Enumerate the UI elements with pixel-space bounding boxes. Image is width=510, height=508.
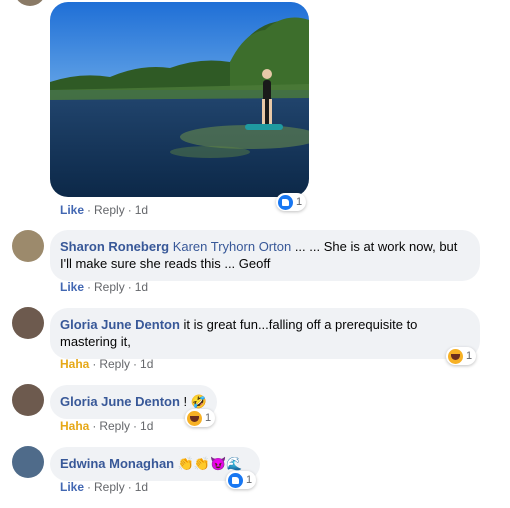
timestamp[interactable]: 1d bbox=[135, 480, 148, 494]
like-link[interactable]: Like bbox=[60, 480, 84, 494]
avatar[interactable] bbox=[12, 230, 44, 262]
avatar[interactable] bbox=[12, 384, 44, 416]
timestamp[interactable]: 1d bbox=[140, 419, 153, 433]
comment-text: 👏👏😈🌊 bbox=[174, 456, 243, 471]
comment-actions: Haha · Reply · 1d bbox=[60, 419, 154, 433]
thumbs-up-icon bbox=[278, 194, 293, 210]
comment-bubble: Gloria June Denton it is great fun...fal… bbox=[50, 308, 480, 359]
reaction-count-badge[interactable]: 1 bbox=[446, 347, 477, 365]
comment-author[interactable]: Sharon Roneberg bbox=[60, 239, 169, 254]
comment-actions: Haha · Reply · 1d bbox=[60, 357, 154, 371]
avatar[interactable] bbox=[12, 446, 44, 478]
reply-link[interactable]: Reply bbox=[94, 280, 125, 294]
haha-emoji-icon bbox=[187, 410, 202, 426]
comment-bubble: Sharon Roneberg Karen Tryhorn Orton ... … bbox=[50, 230, 480, 281]
haha-emoji-icon bbox=[448, 348, 463, 364]
reply-link[interactable]: Reply bbox=[99, 419, 130, 433]
reply-link[interactable]: Reply bbox=[99, 357, 130, 371]
reaction-count-badge[interactable]: 1 bbox=[276, 193, 307, 211]
reply-link[interactable]: Reply bbox=[94, 480, 125, 494]
reaction-count-badge[interactable]: 1 bbox=[226, 471, 257, 489]
timestamp[interactable]: 1d bbox=[135, 280, 148, 294]
haha-link[interactable]: Haha bbox=[60, 419, 89, 433]
haha-link[interactable]: Haha bbox=[60, 357, 89, 371]
comment-actions: Like · Reply · 1d bbox=[60, 480, 149, 494]
paddleboard-photo bbox=[50, 2, 309, 197]
avatar-partial[interactable] bbox=[14, 0, 46, 6]
photo-actions: Like · Reply · 1d bbox=[60, 203, 149, 217]
thumbs-up-icon bbox=[228, 472, 243, 488]
tagged-user[interactable]: Karen Tryhorn Orton bbox=[173, 239, 292, 254]
comment-text: ! 🤣 bbox=[179, 394, 207, 409]
reaction-count-badge[interactable]: 1 bbox=[185, 409, 216, 427]
timestamp[interactable]: 1d bbox=[135, 203, 148, 217]
comment-actions: Like · Reply · 1d bbox=[60, 280, 149, 294]
comment-author[interactable]: Gloria June Denton bbox=[60, 317, 180, 332]
like-link[interactable]: Like bbox=[60, 203, 84, 217]
photo-attachment[interactable] bbox=[50, 2, 309, 197]
reply-link[interactable]: Reply bbox=[94, 203, 125, 217]
comment-author[interactable]: Gloria June Denton bbox=[60, 394, 180, 409]
timestamp[interactable]: 1d bbox=[140, 357, 153, 371]
avatar[interactable] bbox=[12, 307, 44, 339]
like-link[interactable]: Like bbox=[60, 280, 84, 294]
comment-author[interactable]: Edwina Monaghan bbox=[60, 456, 174, 471]
